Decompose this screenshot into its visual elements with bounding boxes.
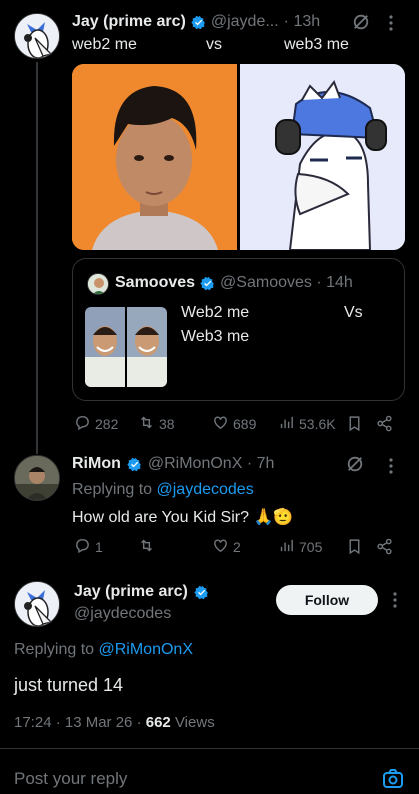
views-label: Views [174,714,215,731]
retweet-count: 38 [159,416,175,432]
verified-badge-icon [127,457,142,472]
retweet-button[interactable] [138,537,159,557]
tweet-text-right: web3 me [284,36,349,53]
quote-handle[interactable]: @Samooves · 14h [220,274,353,292]
share-icon[interactable] [376,415,393,437]
reply-icon [74,537,91,557]
avatar-rimon[interactable] [14,455,60,501]
handle[interactable]: @jayde... [211,13,279,31]
tweet-text: How old are You Kid Sir? 🙏🫡 [72,509,294,526]
reply-button[interactable]: 1 [74,537,103,557]
reply-count: 1 [95,539,103,555]
tweet-text-left: web2 me [72,36,137,53]
replying-to-label: Replying to [72,481,153,498]
reply-button[interactable]: 282 [74,414,118,434]
avatar-jay[interactable] [14,581,60,627]
reply-icon [74,414,91,434]
quote-text-line2: Web3 me [181,328,250,345]
views-count: 705 [299,539,323,555]
quote-media-right[interactable] [127,307,167,387]
author-name[interactable]: Jay (prime arc) [74,583,188,601]
avatar-jay[interactable] [14,13,60,59]
author-name[interactable]: RiMon [72,455,121,473]
views-button[interactable]: 705 [278,537,322,557]
camera-icon[interactable] [381,767,405,794]
like-icon [212,414,229,434]
reply-input[interactable]: Post your reply [14,769,127,789]
verified-badge-icon [194,585,209,600]
handle[interactable]: @RiMonOnX · 7h [148,455,275,473]
tweet-text-mid: vs [206,36,222,53]
like-count: 2 [233,539,241,555]
author-name[interactable]: Jay (prime arc) [72,13,186,31]
timestamp[interactable]: · 13h [284,13,320,31]
replying-to-label: Replying to [14,641,95,658]
views-button[interactable]: 53.6K [278,414,336,434]
thread-line [36,62,38,454]
views-icon [278,537,295,557]
reply-composer[interactable]: Post your reply [0,749,419,794]
views-icon [278,414,295,434]
like-button[interactable]: 2 [212,537,241,557]
like-icon [212,537,229,557]
timestamp[interactable]: 17:24 · 13 Mar 26 · [14,714,142,731]
quote-text-vs: Vs [344,304,363,321]
reply-count: 282 [95,416,119,432]
views-count: 662 [145,714,171,731]
media-web2-photo[interactable] [72,64,237,250]
verified-badge-icon [191,15,206,30]
grok-icon[interactable] [346,455,364,473]
follow-button[interactable]: Follow [276,585,378,615]
like-button[interactable]: 689 [212,414,256,434]
retweet-icon [138,414,155,434]
quote-text-line1: Web2 me [181,304,250,321]
retweet-button[interactable]: 38 [138,414,175,434]
share-icon[interactable] [376,538,393,560]
replying-to-link[interactable]: @jaydecodes [157,481,254,498]
more-icon[interactable] [392,591,398,609]
grok-icon[interactable] [352,13,370,31]
like-count: 689 [233,416,257,432]
media-web3-illustration[interactable] [240,64,405,250]
quote-author-name[interactable]: Samooves [115,274,195,292]
handle[interactable]: @jaydecodes [74,605,171,623]
main-tweet-text: just turned 14 [14,675,124,695]
quote-media-left[interactable] [85,307,125,387]
views-count: 53.6K [299,416,336,432]
avatar-samooves[interactable] [87,273,109,295]
retweet-icon [138,537,155,557]
replying-to-link[interactable]: @RiMonOnX [99,641,194,658]
bookmark-icon[interactable] [346,538,363,560]
more-icon[interactable] [388,457,394,475]
bookmark-icon[interactable] [346,415,363,437]
quote-tweet[interactable]: Samooves @Samooves · 14h Web2 me Web3 me… [72,258,405,401]
verified-badge-icon [200,276,215,291]
more-icon[interactable] [388,14,394,32]
